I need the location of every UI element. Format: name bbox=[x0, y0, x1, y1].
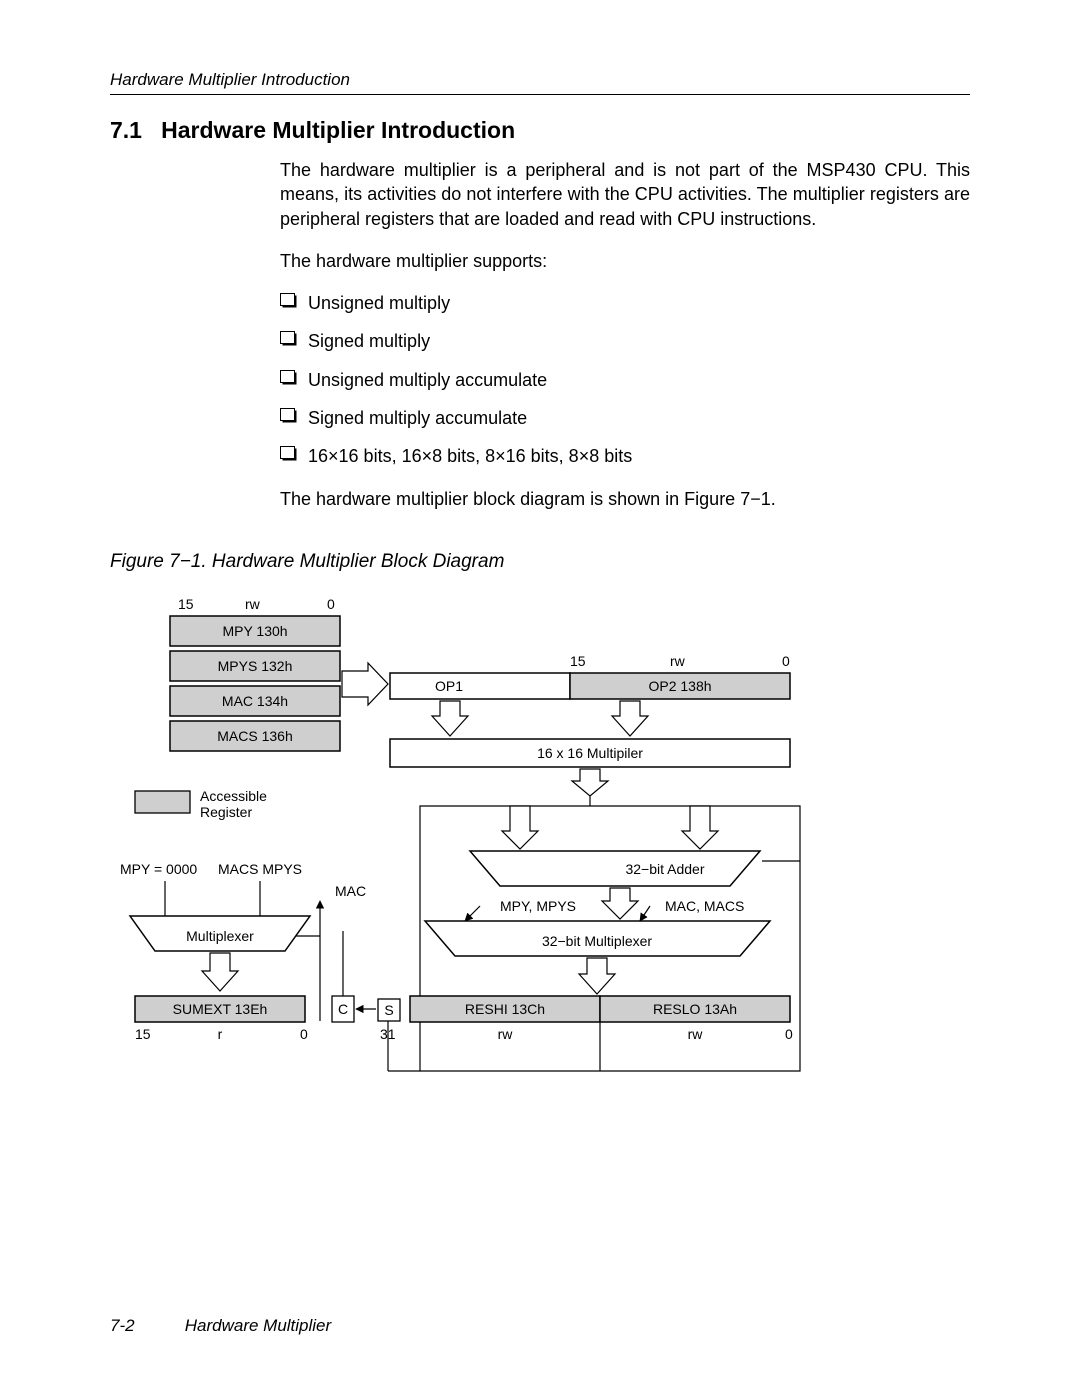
right-mux-label: 32−bit Multiplexer bbox=[542, 933, 652, 949]
arrow-icon bbox=[502, 806, 538, 849]
bit-label: r bbox=[218, 1026, 223, 1042]
arrow-icon bbox=[579, 958, 615, 994]
reshi-label: RESHI 13Ch bbox=[465, 1001, 545, 1017]
c-label: C bbox=[338, 1001, 348, 1017]
reg-mpys: MPYS 132h bbox=[218, 658, 293, 674]
list-item-label: Unsigned multiply accumulate bbox=[308, 370, 547, 390]
op1-box bbox=[390, 673, 570, 699]
bit-label: rw bbox=[245, 596, 261, 612]
bit-label: rw bbox=[688, 1026, 704, 1042]
bit-label: 15 bbox=[178, 596, 194, 612]
list-item: Unsigned multiply accumulate bbox=[280, 368, 970, 392]
arrow-icon bbox=[202, 953, 238, 991]
legend-label: Register bbox=[200, 804, 252, 820]
list-item-label: Unsigned multiply bbox=[308, 293, 450, 313]
left-mux-label: Multiplexer bbox=[186, 928, 254, 944]
mpy-mpys-label: MPY, MPYS bbox=[500, 898, 576, 914]
footer-title: Hardware Multiplier bbox=[185, 1316, 331, 1335]
adder-label: 32−bit Adder bbox=[625, 861, 704, 877]
section-rule bbox=[110, 94, 970, 95]
paragraph-3: The hardware multiplier block diagram is… bbox=[280, 487, 970, 511]
bit-label: 0 bbox=[782, 653, 790, 669]
list-item: 16×16 bits, 16×8 bits, 8×16 bits, 8×8 bi… bbox=[280, 444, 970, 468]
reg-mpy: MPY 130h bbox=[222, 623, 287, 639]
feature-list: Unsigned multiply Signed multiply Unsign… bbox=[280, 291, 970, 468]
s-label: S bbox=[384, 1002, 393, 1018]
list-item-label: Signed multiply bbox=[308, 331, 430, 351]
multiplier-label: 16 x 16 Multipiler bbox=[537, 745, 643, 761]
macs-mpys-label: MACS MPYS bbox=[218, 861, 302, 877]
bit-label: 0 bbox=[300, 1026, 308, 1042]
mac-macs-label: MAC, MACS bbox=[665, 898, 744, 914]
op1-label: OP1 bbox=[435, 678, 463, 694]
checkbox-icon bbox=[280, 293, 295, 306]
legend-swatch bbox=[135, 791, 190, 813]
checkbox-icon bbox=[280, 446, 295, 459]
adder bbox=[470, 851, 760, 886]
figure-caption: Figure 7−1. Hardware Multiplier Block Di… bbox=[110, 551, 970, 573]
checkbox-icon bbox=[280, 408, 295, 421]
list-item: Unsigned multiply bbox=[280, 291, 970, 315]
list-item: Signed multiply accumulate bbox=[280, 406, 970, 430]
bit-label: rw bbox=[498, 1026, 514, 1042]
paragraph-1: The hardware multiplier is a peripheral … bbox=[280, 158, 970, 231]
list-item-label: 16×16 bits, 16×8 bits, 8×16 bits, 8×8 bi… bbox=[308, 446, 632, 466]
mac-label: MAC bbox=[335, 883, 366, 899]
section-title: 7.1 Hardware Multiplier Introduction bbox=[110, 117, 970, 144]
op2-label: OP2 138h bbox=[648, 678, 711, 694]
page-footer: 7-2 Hardware Multiplier bbox=[110, 1316, 970, 1336]
reg-mac: MAC 134h bbox=[222, 693, 288, 709]
bit-label: 15 bbox=[570, 653, 586, 669]
arrow-icon bbox=[572, 769, 608, 796]
legend-label: Accessible bbox=[200, 788, 267, 804]
register-stack: MPY 130h MPYS 132h MAC 134h MACS 136h bbox=[170, 616, 340, 751]
running-header: Hardware Multiplier Introduction bbox=[110, 70, 970, 90]
checkbox-icon bbox=[280, 370, 295, 383]
reg-macs: MACS 136h bbox=[217, 728, 292, 744]
paragraph-2: The hardware multiplier supports: bbox=[280, 249, 970, 273]
mpy-zero-label: MPY = 0000 bbox=[120, 861, 197, 877]
body-column: The hardware multiplier is a peripheral … bbox=[280, 158, 970, 511]
section-number: 7.1 bbox=[110, 117, 142, 143]
page-number: 7-2 bbox=[110, 1316, 180, 1336]
arrow-icon bbox=[682, 806, 718, 849]
list-item: Signed multiply bbox=[280, 329, 970, 353]
arrow-icon bbox=[602, 888, 638, 919]
reslo-label: RESLO 13Ah bbox=[653, 1001, 737, 1017]
bit-label: 0 bbox=[327, 596, 335, 612]
block-diagram: 15 rw 0 MPY 130h MPYS 132h MAC 134h MACS… bbox=[110, 591, 970, 1116]
bit-label: 0 bbox=[785, 1026, 793, 1042]
bit-label: 15 bbox=[135, 1026, 151, 1042]
section-title-text: Hardware Multiplier Introduction bbox=[161, 117, 515, 143]
list-item-label: Signed multiply accumulate bbox=[308, 408, 527, 428]
sumext-label: SUMEXT 13Eh bbox=[173, 1001, 268, 1017]
checkbox-icon bbox=[280, 331, 295, 344]
arrow-icon bbox=[342, 663, 388, 705]
page: Hardware Multiplier Introduction 7.1 Har… bbox=[0, 0, 1080, 1376]
arrow-icon bbox=[432, 701, 468, 736]
arrow-icon bbox=[612, 701, 648, 736]
bit-label: rw bbox=[670, 653, 686, 669]
